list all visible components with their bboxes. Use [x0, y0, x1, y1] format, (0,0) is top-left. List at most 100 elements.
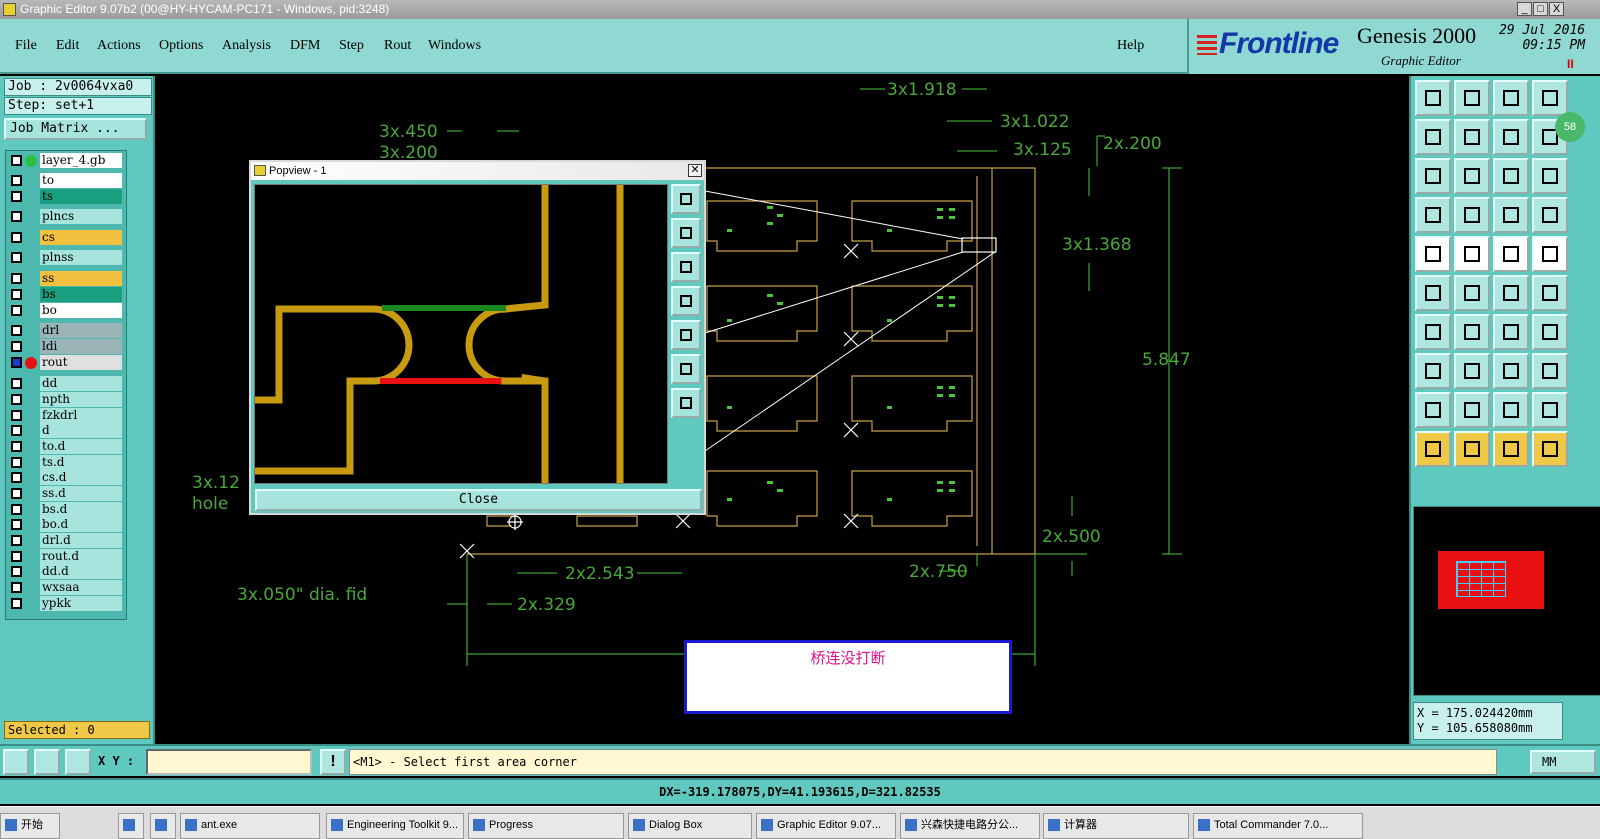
layer-row-rout[interactable]: rout: [6, 355, 126, 371]
layer-name[interactable]: layer_4.gb: [40, 153, 122, 168]
layer-name[interactable]: bs.d: [40, 502, 122, 517]
layer-checkbox[interactable]: [11, 394, 22, 405]
pan-left-button[interactable]: [1415, 119, 1451, 155]
taskbar-item[interactable]: Progress: [468, 813, 624, 839]
add-segment-button[interactable]: [1454, 353, 1490, 389]
delete-feature-button[interactable]: [1454, 275, 1490, 311]
job-matrix-button[interactable]: Job Matrix ...: [4, 118, 147, 140]
layer-checkbox[interactable]: [11, 155, 22, 166]
layer-name[interactable]: dd: [40, 376, 122, 391]
popview-zoom-fit-button[interactable]: [671, 184, 701, 214]
xy-input[interactable]: [146, 749, 312, 775]
add-via-button[interactable]: [1415, 353, 1451, 389]
layer-checkbox[interactable]: [11, 535, 22, 546]
layer-checkbox[interactable]: [11, 472, 22, 483]
layer-checkbox[interactable]: [11, 441, 22, 452]
layer-row-ss[interactable]: ss: [6, 271, 126, 287]
minimize-button[interactable]: _: [1517, 2, 1532, 16]
maximize-button[interactable]: □: [1533, 2, 1548, 16]
taskbar-item[interactable]: ant.exe: [180, 813, 320, 839]
popview-zoom-in-button[interactable]: [671, 354, 701, 384]
taskbar-item[interactable]: Dialog Box: [628, 813, 752, 839]
layer-name[interactable]: npth: [40, 392, 122, 407]
pause-indicator[interactable]: II: [1567, 57, 1574, 71]
notification-badge[interactable]: 58: [1555, 112, 1585, 142]
layer-row-plnss[interactable]: plnss: [6, 250, 126, 266]
layer-row-ss-d[interactable]: ss.d: [6, 486, 126, 502]
menu-actions[interactable]: Actions: [97, 38, 141, 54]
layer-checkbox[interactable]: [11, 425, 22, 436]
menu-help[interactable]: Help: [1117, 38, 1144, 54]
menu-rout[interactable]: Rout: [384, 38, 411, 54]
layer-checkbox[interactable]: [11, 175, 22, 186]
layer-name[interactable]: d: [40, 423, 122, 438]
menu-file[interactable]: File: [15, 38, 37, 54]
layer-name[interactable]: to.d: [40, 439, 122, 454]
home-view-button[interactable]: [1415, 80, 1451, 116]
layer-row-drl-d[interactable]: drl.d: [6, 533, 126, 549]
popview-zoom-out-button[interactable]: [671, 388, 701, 418]
undo-zoom-button[interactable]: [1493, 119, 1529, 155]
layer-name[interactable]: drl.d: [40, 533, 122, 548]
copy-feature-button[interactable]: [1532, 275, 1568, 311]
route-check-button[interactable]: [1493, 197, 1529, 233]
layer-tool-button[interactable]: [1454, 197, 1490, 233]
layer-name[interactable]: bo: [40, 303, 122, 318]
menu-edit[interactable]: Edit: [56, 38, 79, 54]
layer-row-dd[interactable]: dd: [6, 376, 126, 392]
layer-checkbox[interactable]: [11, 519, 22, 530]
fit-vertical-button[interactable]: [1415, 158, 1451, 194]
grid-button[interactable]: [65, 749, 91, 775]
menu-windows[interactable]: Windows: [428, 38, 481, 54]
layer-name[interactable]: ts: [40, 189, 122, 204]
layer-name[interactable]: ts.d: [40, 455, 122, 470]
layer-checkbox[interactable]: [11, 273, 22, 284]
overview-map[interactable]: [1413, 506, 1600, 696]
layer-checkbox[interactable]: [11, 488, 22, 499]
taskbar-item[interactable]: 兴森快捷电路分公...: [900, 813, 1040, 839]
layer-name[interactable]: ss.d: [40, 486, 122, 501]
popview-close-icon[interactable]: ✕: [688, 164, 702, 177]
layer-name[interactable]: dd.d: [40, 564, 122, 579]
query-button[interactable]: [1532, 158, 1568, 194]
layer-name[interactable]: ypkk: [40, 596, 122, 611]
layer-name[interactable]: rout: [40, 355, 122, 370]
add-pad-button[interactable]: [1415, 236, 1451, 272]
layer-row-layer-4-gb[interactable]: layer_4.gb: [6, 153, 126, 169]
menu-options[interactable]: Options: [159, 38, 203, 54]
layer-row-plncs[interactable]: plncs: [6, 209, 126, 225]
layer-row-cs[interactable]: cs: [6, 230, 126, 246]
layer-name[interactable]: plnss: [40, 250, 122, 265]
popview-pan-right-button[interactable]: [671, 320, 701, 350]
move-feature-button[interactable]: [1493, 275, 1529, 311]
layer-row-wxsaa[interactable]: wxsaa: [6, 580, 126, 596]
add-circle-button[interactable]: [1532, 236, 1568, 272]
layer-checkbox[interactable]: [11, 191, 22, 202]
route-edit-button[interactable]: [1532, 431, 1568, 467]
layer-checkbox[interactable]: [11, 357, 22, 368]
layer-row-ldi[interactable]: ldi: [6, 339, 126, 355]
add-line-button[interactable]: [1415, 314, 1451, 350]
select-cursor-button[interactable]: [1415, 431, 1451, 467]
menu-analysis[interactable]: Analysis: [222, 38, 271, 54]
layer-checkbox[interactable]: [11, 378, 22, 389]
layer-checkbox[interactable]: [11, 289, 22, 300]
layer-row-bo-d[interactable]: bo.d: [6, 517, 126, 533]
menu-step[interactable]: Step: [339, 38, 364, 54]
layer-name[interactable]: cs.d: [40, 470, 122, 485]
taskbar-item[interactable]: Graphic Editor 9.07...: [756, 813, 896, 839]
unit-selector[interactable]: MM: [1530, 750, 1596, 774]
close-window-button[interactable]: X: [1549, 2, 1564, 16]
measure-button[interactable]: [1415, 197, 1451, 233]
layer-checkbox[interactable]: [11, 566, 22, 577]
popview-canvas[interactable]: [253, 181, 668, 487]
layer-row-cs-d[interactable]: cs.d: [6, 470, 126, 486]
layer-row-npth[interactable]: npth: [6, 392, 126, 408]
layer-checkbox[interactable]: [11, 410, 22, 421]
distance-button[interactable]: [1493, 353, 1529, 389]
add-text-button[interactable]: [1415, 392, 1451, 428]
layer-row-ts-d[interactable]: ts.d: [6, 455, 126, 471]
ruler-button[interactable]: [1493, 236, 1529, 272]
layer-name[interactable]: bo.d: [40, 517, 122, 532]
measure-mode-button[interactable]: [34, 749, 60, 775]
